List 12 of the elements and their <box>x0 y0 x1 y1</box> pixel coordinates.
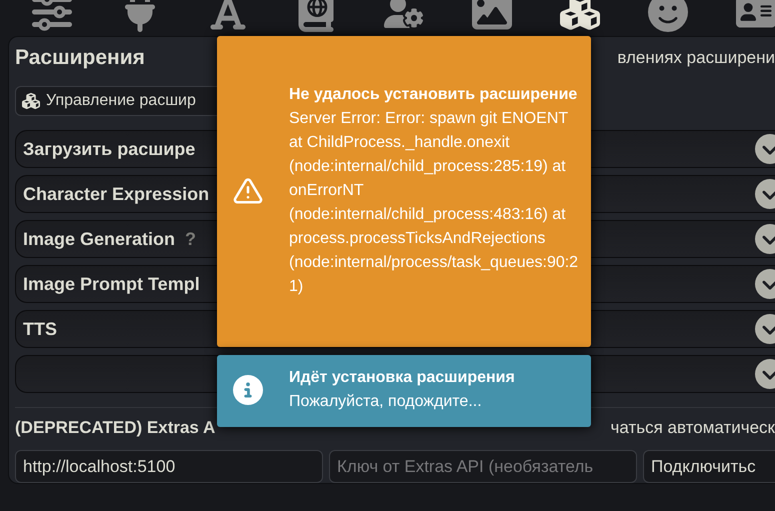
section-title: Загрузить расшире <box>23 138 196 160</box>
section-title: TTS <box>23 318 57 340</box>
section-title: Image Prompt Templ <box>23 274 200 295</box>
header-text: влениях расширени <box>617 48 775 68</box>
extras-heading: (DEPRECATED) Extras A <box>15 418 216 438</box>
toast-title: Не удалось установить расширение <box>289 84 578 104</box>
extras-option-text: чаться автоматическ <box>610 418 775 438</box>
section-title: Image Generation <box>23 228 176 250</box>
toast-message: Пожалуйста, подождите... <box>289 392 483 412</box>
toast-title: Идёт установка расширения <box>289 368 516 388</box>
section-title: Character Expression <box>23 184 210 205</box>
panel-title: Расширения <box>15 46 145 70</box>
